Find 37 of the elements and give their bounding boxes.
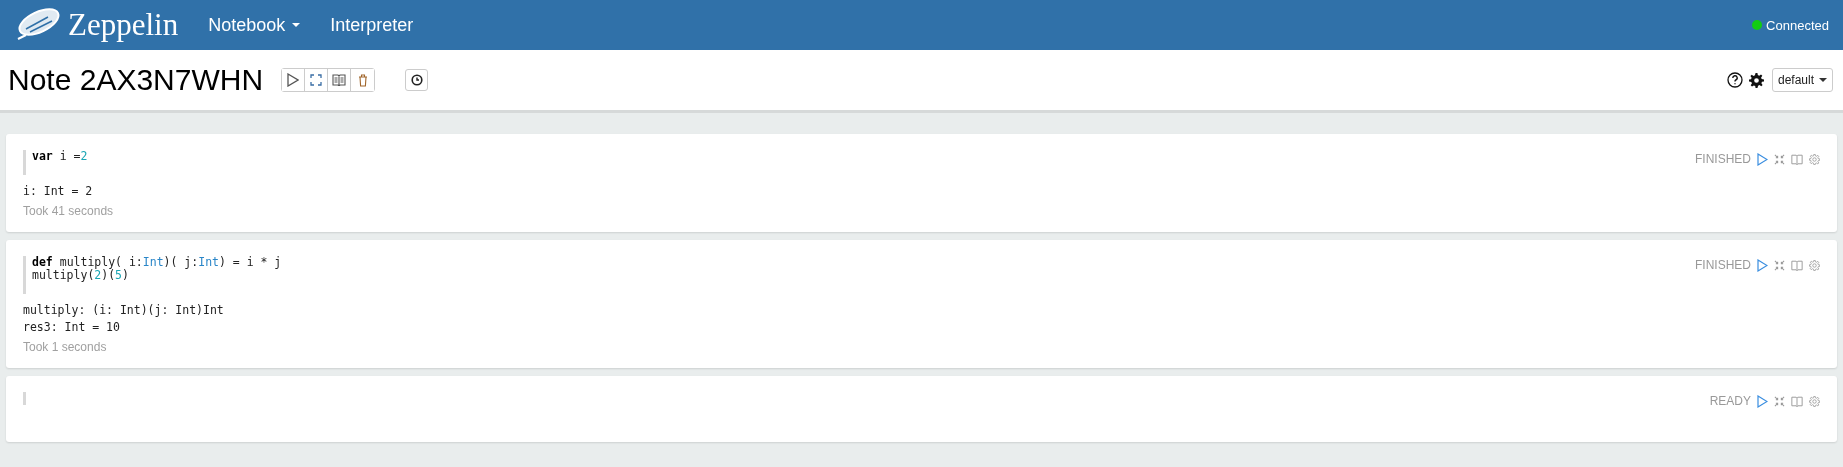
run-icon[interactable] — [1757, 394, 1768, 408]
interpreter-dropdown[interactable]: default — [1771, 68, 1833, 92]
code-line: var i =2 — [32, 150, 89, 163]
elapsed-time: Took 1 seconds — [23, 340, 108, 354]
connection-status: Connected — [1766, 17, 1829, 33]
book-icon — [332, 74, 347, 86]
book-icon[interactable] — [1791, 153, 1803, 165]
code-editor[interactable]: def multiply( i:Int)( j:Int) = i * j multiply(2)(5) — [23, 256, 1695, 294]
nav-link[interactable]: Interpreter — [330, 14, 414, 36]
output-line: i: Int = 2 — [23, 183, 94, 200]
nav-link[interactable]: Notebook — [208, 14, 301, 36]
expand-icon — [310, 74, 323, 86]
code-line: def multiply( i:Int)( j:Int) = i * j — [32, 256, 283, 269]
clock-button[interactable] — [405, 69, 429, 91]
code-editor[interactable]: var i =2 — [23, 150, 1695, 175]
elapsed-time: Took 41 seconds — [23, 204, 115, 218]
run-icon[interactable] — [1757, 152, 1768, 166]
collapse-icon[interactable] — [1774, 259, 1785, 271]
note-title: Note 2AX3N7WHN — [8, 63, 264, 97]
paragraph-status: FINISHED — [1695, 258, 1751, 272]
code-line: multiply(2)(5) — [32, 269, 130, 282]
settings-icon[interactable] — [1748, 72, 1764, 88]
collapse-icon[interactable] — [1774, 395, 1785, 407]
paragraph-status: FINISHED — [1695, 152, 1751, 166]
book-icon[interactable] — [1791, 259, 1803, 271]
brand-name[interactable]: Zeppelin — [68, 7, 179, 43]
book-icon[interactable] — [1791, 395, 1803, 407]
output-line: multiply: (i: Int)(j: Int)Int — [23, 302, 225, 319]
run-all-button[interactable] — [282, 69, 306, 91]
trash-icon — [357, 73, 368, 87]
play-icon — [287, 73, 300, 87]
output-line: res3: Int = 10 — [23, 319, 121, 336]
clock-icon — [410, 74, 423, 86]
run-icon[interactable] — [1757, 258, 1768, 272]
collapse-icon[interactable] — [1774, 153, 1785, 165]
help-icon[interactable] — [1726, 72, 1743, 88]
paragraph-status: READY — [1709, 394, 1751, 408]
